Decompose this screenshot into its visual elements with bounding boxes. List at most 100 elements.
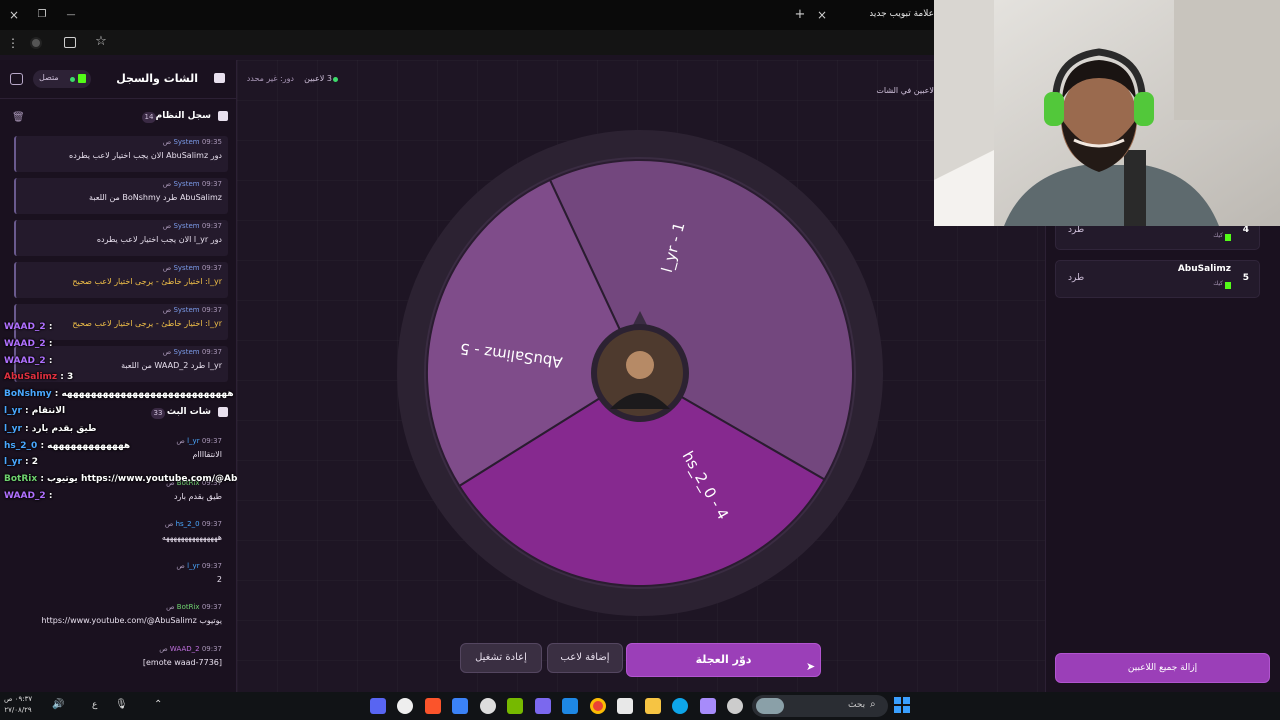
- language-indicator[interactable]: ع: [92, 700, 97, 710]
- log-entry-source: System: [173, 180, 200, 188]
- copilot-icon[interactable]: [700, 698, 716, 714]
- log-entry-meta: System 09:35 ص: [163, 138, 222, 146]
- chat-entry-text: [emote waad-7736]: [142, 657, 222, 667]
- overlay-chat-line: l_yr : طيق بقدم بارد: [4, 424, 97, 434]
- chat-entry-user[interactable]: WAAD_2: [170, 645, 200, 653]
- overlay-chat-line: BoNshmy : ههههههههههههههههههههههههههههه: [4, 389, 234, 399]
- spin-wheel[interactable]: l_yr - 1hs_2_0 - 4AbuSalimz - 5: [395, 128, 885, 618]
- log-entry-source: System: [173, 306, 200, 314]
- wheel-area: 3 لاعبين دور: غير محدد لاعبين في الشات l…: [237, 60, 1045, 692]
- log-entry-text: l_yr: اختيار خاطئ - يرجى اختيار لاعب صحي…: [72, 277, 222, 286]
- chat-icon: [214, 73, 225, 83]
- kick-icon: [78, 74, 86, 83]
- overlay-user: l_yr: [4, 424, 22, 434]
- search-highlight-image: [756, 698, 784, 714]
- remove-all-players-button[interactable]: إزالة جميع اللاعبين: [1055, 653, 1270, 683]
- live-chat-title: شات البث: [166, 407, 211, 417]
- trash-icon[interactable]: 🗑: [12, 112, 25, 123]
- log-entry-source: System: [173, 348, 200, 356]
- restart-button[interactable]: إعادة تشغيل: [460, 643, 542, 673]
- spin-wheel-button[interactable]: دوّر العجلة: [626, 643, 821, 677]
- tab-close-icon[interactable]: ×: [815, 8, 829, 22]
- log-entry-source: System: [173, 138, 200, 146]
- overlay-user: WAAD_2: [4, 322, 46, 332]
- status-label: متصل: [39, 73, 59, 82]
- overlay-text: : ههههههههههههههههههههههههههههه: [54, 389, 234, 399]
- collapse-sidebar-icon[interactable]: [10, 73, 23, 85]
- chrome-icon[interactable]: [590, 698, 606, 714]
- overlay-text: :: [48, 339, 53, 349]
- log-entry-text: l_yr طرد WAAD_2 من اللعبة: [121, 361, 222, 370]
- log-entry-text: دور l_yr الان يجب اختيار لاعب يطرده: [96, 235, 222, 244]
- log-entry-meta: System 09:37 ص: [163, 180, 222, 188]
- player-platform: كيك: [1213, 232, 1223, 239]
- player-number: 4: [1242, 225, 1249, 235]
- overlay-chat-line: l_yr : 2: [4, 457, 38, 467]
- overlay-user: BoNshmy: [4, 389, 52, 399]
- kick-player-button[interactable]: طرد: [1068, 273, 1084, 283]
- edge-icon[interactable]: [672, 698, 688, 714]
- obs-icon[interactable]: [480, 698, 496, 714]
- tab-title[interactable]: علامة تبويب جديدة: [870, 9, 934, 19]
- kick-player-button[interactable]: طرد: [1068, 225, 1084, 235]
- window-minimize-icon[interactable]: —: [64, 8, 78, 22]
- overlay-chat-line: WAAD_2 :: [4, 322, 52, 332]
- chat-entry-user[interactable]: l_yr: [187, 562, 199, 570]
- app-icon-2[interactable]: [452, 698, 468, 714]
- menu-icon[interactable]: ⋮: [6, 36, 20, 50]
- profile-avatar[interactable]: [30, 37, 42, 49]
- webcam-feed: [934, 0, 1280, 226]
- cursor-icon: ➤: [806, 660, 816, 673]
- players-hint: لاعبين في الشات: [876, 86, 934, 95]
- log-entry-meta: System 09:37 ص: [163, 264, 222, 272]
- add-player-button[interactable]: إضافة لاعب: [547, 643, 623, 673]
- hub-avatar-face: [626, 351, 654, 379]
- player-card: طرد AbuSalimz كيك 5: [1055, 260, 1260, 298]
- system-log-count: 14: [142, 112, 156, 123]
- teams-icon[interactable]: [535, 698, 551, 714]
- chat-entry-meta: hs_2_0 09:37 ص: [165, 520, 222, 528]
- log-entry-meta: System 09:37 ص: [163, 348, 222, 356]
- chat-entry-user[interactable]: hs_2_0: [176, 520, 200, 528]
- overlay-chat-line: l_yr : الانتقام: [4, 406, 65, 416]
- discord-icon[interactable]: [370, 698, 386, 714]
- system-log-entry: System 09:37 ص l_yr: اختيار خاطئ - يرجى ا…: [14, 262, 228, 298]
- nvidia-icon[interactable]: [507, 698, 523, 714]
- search-label: بحث: [848, 700, 866, 710]
- volume-icon[interactable]: 🔊: [52, 699, 64, 710]
- extensions-icon[interactable]: [64, 37, 76, 48]
- overlay-text: : 2: [25, 457, 39, 467]
- overlay-chat-line: WAAD_2 :: [4, 356, 52, 366]
- mic-icon[interactable]: 🎙: [115, 699, 128, 710]
- connection-status: متصل: [33, 70, 91, 88]
- new-tab-icon[interactable]: +: [793, 8, 807, 22]
- overlay-user: AbuSalimz: [4, 372, 58, 382]
- chat-entry-meta: l_yr 09:37 ص: [176, 562, 222, 570]
- turn-status: دور: غير محدد: [246, 74, 294, 83]
- settings-icon[interactable]: [727, 698, 743, 714]
- log-entry-text: دور AbuSalimz الان يجب اختيار لاعب يطرده: [69, 151, 222, 160]
- window-restore-icon[interactable]: ❐: [35, 8, 49, 22]
- search-box[interactable]: بحث ⌕: [752, 695, 888, 717]
- chat-entry-user[interactable]: l_yr: [187, 437, 199, 445]
- bookmark-star-icon[interactable]: ☆: [94, 35, 108, 49]
- window-close-icon[interactable]: ×: [7, 8, 21, 22]
- clock[interactable]: ٠٩:٣٧ ص ٢٧/٠٨/٢٩: [4, 694, 32, 716]
- overlay-user: hs_2_0: [4, 441, 38, 451]
- mail-icon[interactable]: [562, 698, 578, 714]
- calendar-icon[interactable]: [617, 698, 633, 714]
- clock-time: ٠٩:٣٧ ص: [4, 695, 33, 703]
- folder-icon[interactable]: [645, 698, 661, 714]
- chat-entry-time: 09:37 ص: [176, 561, 222, 570]
- chevron-up-icon[interactable]: ⌃: [154, 699, 162, 710]
- chat-entry-user[interactable]: BotRix: [177, 603, 200, 611]
- app-icon[interactable]: [397, 698, 413, 714]
- kick-platform-icon: [1225, 282, 1231, 289]
- overlay-user: WAAD_2: [4, 356, 46, 366]
- log-entry-text: AbuSalimz طرد BoNshmy من اللعبة: [89, 193, 222, 202]
- clock-date: ٢٧/٠٨/٢٩: [4, 706, 32, 714]
- status-dot: [70, 77, 75, 82]
- brave-icon[interactable]: [425, 698, 441, 714]
- browser-toolbar: ⋮ ☆: [0, 30, 934, 55]
- windows-start-icon[interactable]: [894, 697, 910, 713]
